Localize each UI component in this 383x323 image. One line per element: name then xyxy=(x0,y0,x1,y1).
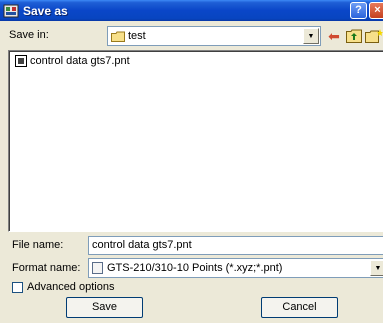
new-folder-icon[interactable] xyxy=(364,26,383,46)
advanced-options-checkbox[interactable]: Advanced options xyxy=(12,281,114,293)
file-name-input[interactable]: control data gts7.pnt xyxy=(88,236,383,255)
file-icon xyxy=(15,55,27,67)
checkbox[interactable] xyxy=(12,281,23,293)
save-button[interactable]: Save xyxy=(66,297,143,318)
format-icon xyxy=(92,262,103,274)
format-dropdown[interactable]: GTS-210/310-10 Points (*.xyz;*.pnt) ▼ xyxy=(88,258,383,278)
save-in-dropdown[interactable]: test ▼ xyxy=(107,26,321,46)
save-in-value: test xyxy=(128,30,146,42)
chevron-down-icon[interactable]: ▼ xyxy=(370,260,383,276)
chevron-down-icon[interactable]: ▼ xyxy=(303,28,319,44)
advanced-options-label: Advanced options xyxy=(27,281,115,293)
app-icon xyxy=(3,3,19,19)
file-name-label: File name: xyxy=(12,239,64,251)
format-label: Format name: xyxy=(12,262,81,274)
help-button[interactable]: ? xyxy=(350,2,367,19)
window-title: Save as xyxy=(23,3,68,18)
save-in-label: Save in: xyxy=(9,29,49,41)
file-name: control data gts7.pnt xyxy=(30,55,130,67)
format-value: GTS-210/310-10 Points (*.xyz;*.pnt) xyxy=(107,262,283,274)
back-arrow-icon[interactable]: ⬅ xyxy=(324,26,344,46)
file-item[interactable]: control data gts7.pnt xyxy=(15,55,130,67)
file-list[interactable]: control data gts7.pnt xyxy=(8,50,383,232)
close-button[interactable]: × xyxy=(369,2,383,19)
cancel-button[interactable]: Cancel xyxy=(261,297,338,318)
up-folder-icon[interactable] xyxy=(344,26,364,46)
title-bar: Save as ? × xyxy=(0,0,383,21)
folder-icon xyxy=(111,31,125,42)
